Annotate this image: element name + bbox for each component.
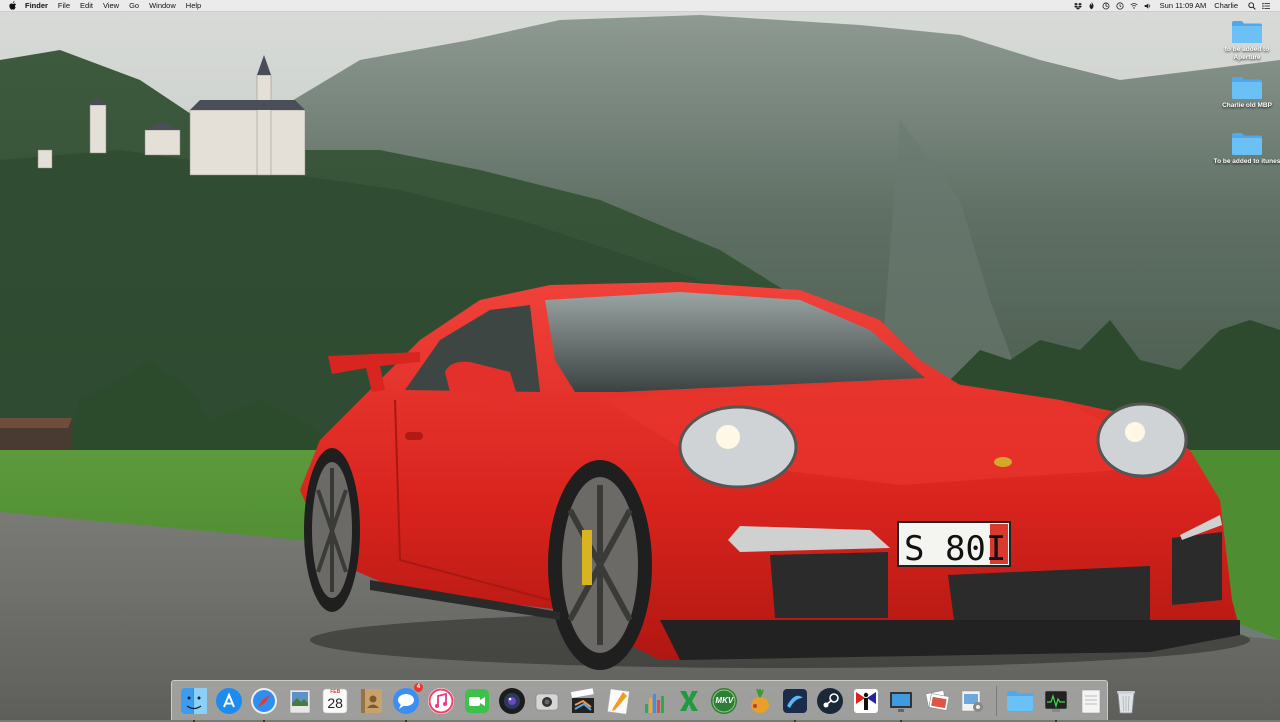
facetime-icon [464, 688, 489, 713]
dropbox-icon[interactable] [1073, 2, 1082, 10]
sync-icon[interactable] [1102, 2, 1110, 10]
folder-icon [1232, 77, 1262, 99]
monitor-icon [890, 691, 913, 712]
folder-icon [1007, 690, 1034, 711]
dock-preferences-app[interactable] [957, 686, 987, 716]
desktop-folder-aperture[interactable]: to be added to Aperture [1219, 20, 1275, 62]
menu-window[interactable]: Window [149, 1, 176, 10]
pages-icon [607, 688, 630, 715]
dock-photo-booth[interactable] [497, 686, 527, 716]
numbers-icon [644, 693, 664, 713]
dock-calendar[interactable]: FEB 28 [320, 686, 350, 716]
dock-itunes[interactable] [426, 686, 456, 716]
dock-fantastical-app[interactable] [851, 686, 881, 716]
desktop-folder-label: To be added to itunes [1213, 158, 1280, 165]
spotlight-search-icon[interactable] [1248, 1, 1256, 10]
dock-final-cut-pro[interactable] [568, 686, 598, 716]
dock-display-app[interactable] [886, 686, 916, 722]
dock-finder[interactable] [179, 686, 209, 722]
mkv-label: MKV [715, 695, 734, 705]
folder-icon [1232, 21, 1262, 43]
desktop-folder-itunes[interactable]: To be added to itunes [1214, 132, 1280, 166]
dock-separator [995, 685, 997, 716]
documents-stack-icon [1081, 689, 1101, 713]
menu-edit[interactable]: Edit [80, 1, 93, 10]
dock-pages[interactable] [603, 686, 633, 716]
notification-center-icon[interactable] [1262, 2, 1270, 10]
itunes-icon [428, 687, 455, 714]
menu-bar: Finder File Edit View Go Window Help Sun… [0, 0, 1280, 12]
dock-mkv-player[interactable]: MKV [709, 686, 739, 716]
dock-app-store[interactable] [214, 686, 244, 716]
person-flag-icon [853, 688, 878, 713]
star-swirl-icon [783, 688, 808, 713]
app-store-icon [216, 687, 243, 714]
dock: FEB 28 4 MKV [171, 680, 1136, 722]
activity-monitor-icon [1044, 690, 1067, 712]
contacts-icon [360, 688, 382, 713]
dock-contacts[interactable] [356, 686, 386, 716]
svg-text:S 80I: S 80I [904, 529, 1006, 569]
menu-file[interactable]: File [58, 1, 70, 10]
excel-icon [679, 690, 698, 711]
menu-view[interactable]: View [103, 1, 119, 10]
preview-icon [289, 689, 311, 713]
fruit-icon [750, 688, 769, 713]
folder-icon [1232, 133, 1262, 155]
menu-help[interactable]: Help [186, 1, 201, 10]
dock-downloads-folder[interactable] [1005, 686, 1035, 716]
dock-steam[interactable] [815, 686, 845, 716]
dock-star-app[interactable] [780, 686, 810, 722]
dock-image-capture[interactable] [922, 686, 952, 716]
steam-icon [817, 687, 844, 714]
flame-icon[interactable] [1088, 1, 1096, 10]
finder-icon [180, 687, 207, 714]
camera-icon [536, 693, 559, 710]
dock-messages[interactable]: 4 [391, 682, 423, 722]
safari-icon [251, 687, 278, 714]
dock-safari[interactable] [249, 686, 279, 722]
dock-documents-stack[interactable] [1076, 686, 1106, 716]
wifi-icon[interactable] [1130, 2, 1138, 10]
desktop-folder-label: Charlie old MBP [1222, 102, 1272, 109]
menu-clock[interactable]: Sun 11:09 AM [1160, 1, 1207, 10]
menu-go[interactable]: Go [129, 1, 139, 10]
clapperboard-icon [570, 687, 594, 713]
dock-facetime[interactable] [462, 686, 492, 716]
dock-numbers[interactable] [639, 686, 669, 716]
photos-stack-icon [924, 689, 949, 711]
messages-badge: 4 [413, 682, 423, 692]
dock-fruit-app[interactable] [745, 686, 775, 716]
dock-screenshot-app[interactable] [532, 686, 562, 716]
menu-user-name[interactable]: Charlie [1214, 1, 1238, 10]
calendar-day: 28 [327, 694, 343, 711]
photo-gear-icon [961, 690, 983, 712]
apple-menu-icon[interactable] [9, 1, 18, 10]
dock-activity-monitor[interactable] [1041, 686, 1071, 722]
dock-excel[interactable] [674, 686, 704, 716]
dock-preview[interactable] [285, 686, 315, 716]
desktop-folder-label: to be added to Aperture [1224, 46, 1270, 61]
volume-icon[interactable] [1144, 2, 1152, 10]
menu-app-finder[interactable]: Finder [25, 1, 48, 10]
trash-icon [1117, 690, 1136, 713]
desktop-wallpaper: S 80I [0, 0, 1280, 720]
desktop-folder-charlie-old-mbp[interactable]: Charlie old MBP [1219, 76, 1275, 110]
time-machine-icon[interactable] [1116, 1, 1124, 10]
photo-booth-icon [499, 687, 526, 714]
dock-trash[interactable] [1111, 686, 1141, 716]
status-area: Sun 11:09 AM Charlie [1068, 1, 1280, 10]
